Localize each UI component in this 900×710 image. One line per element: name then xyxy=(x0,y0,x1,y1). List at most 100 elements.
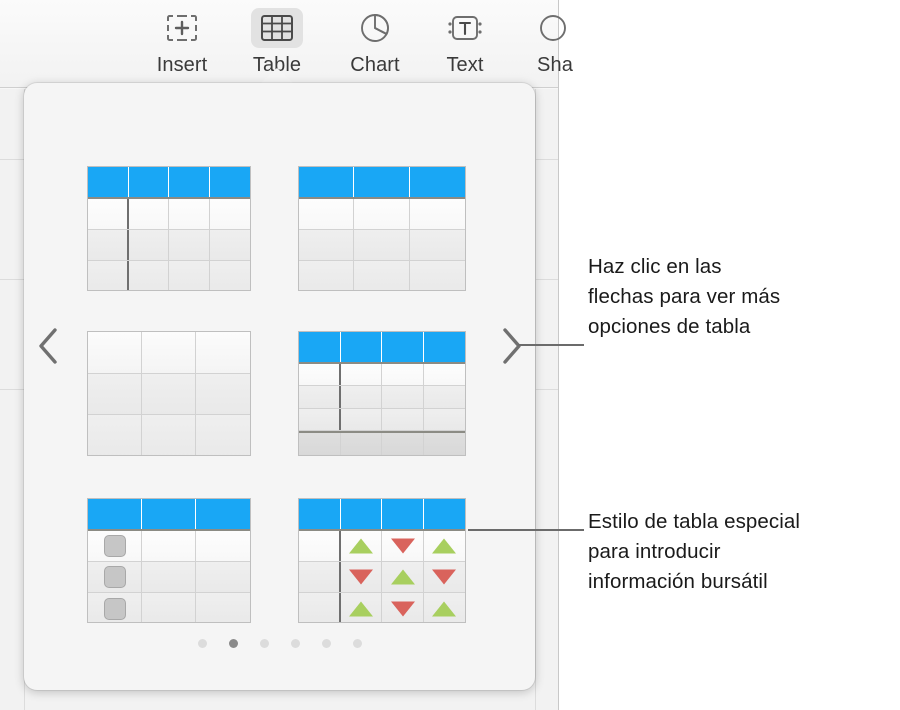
arrow-up-icon xyxy=(349,601,374,616)
table-body-cell xyxy=(196,415,250,455)
table-style-picker-popover xyxy=(24,83,535,690)
table-body-cell xyxy=(382,408,424,430)
arrow-down-icon xyxy=(349,569,374,585)
table-body-cell xyxy=(142,562,196,592)
table-body-cell xyxy=(354,230,410,260)
table-body-cell xyxy=(142,531,196,561)
table-body-cell xyxy=(128,199,169,229)
table-body-row xyxy=(299,386,465,409)
table-footer-cell xyxy=(382,432,424,455)
table-header-row xyxy=(88,167,250,199)
table-body-cell xyxy=(88,415,142,455)
checkbox-placeholder-icon xyxy=(104,597,126,620)
table-body-cell xyxy=(299,593,341,622)
table-body-row xyxy=(299,230,465,261)
table-body-row xyxy=(88,199,250,230)
table-header-cell xyxy=(299,332,341,362)
prev-page-arrow[interactable] xyxy=(31,323,65,369)
table-body-row xyxy=(299,261,465,290)
table-body-cell xyxy=(299,386,341,408)
insert-plus-icon xyxy=(156,8,208,48)
table-style-blue-header-footer-4col[interactable] xyxy=(298,331,466,456)
pagination-dots xyxy=(24,639,535,648)
table-style-plain-3col[interactable] xyxy=(87,331,251,456)
table-style-stocks-4col[interactable] xyxy=(298,498,466,623)
toolbar-item-chart[interactable]: Chart xyxy=(333,8,417,82)
table-body-cell xyxy=(382,386,424,408)
table-body-cell xyxy=(340,562,382,592)
text-box-icon xyxy=(439,8,491,48)
table-body-cell xyxy=(196,562,250,592)
arrow-up-icon xyxy=(432,538,457,554)
table-style-blue-header-3col[interactable] xyxy=(298,166,466,291)
table-body-cell xyxy=(409,230,465,260)
table-body-cell xyxy=(340,408,382,430)
table-body-cell xyxy=(382,531,424,561)
table-body-cell xyxy=(88,261,129,290)
table-body-cell xyxy=(196,531,250,561)
canvas-guide-line xyxy=(535,89,536,710)
table-body-cell xyxy=(299,408,341,430)
callout-stock-style: Estilo de tabla especial para introducir… xyxy=(588,510,801,593)
toolbar-item-insert[interactable]: Insert xyxy=(140,8,224,82)
table-body-cell xyxy=(299,364,341,386)
pie-chart-icon xyxy=(349,8,401,48)
arrow-down-icon xyxy=(390,538,415,554)
toolbar-item-shape[interactable]: Sha xyxy=(513,8,597,82)
pagination-dot[interactable] xyxy=(259,639,269,648)
table-body-cell xyxy=(88,562,142,592)
table-body-cell xyxy=(423,593,465,622)
toolbar-item-label: Insert xyxy=(156,54,208,76)
table-body-cell xyxy=(340,531,382,561)
table-body-row xyxy=(88,373,250,416)
table-body-cell xyxy=(142,415,196,455)
pagination-dot[interactable] xyxy=(352,639,362,648)
table-footer-cell xyxy=(423,432,465,455)
table-footer-row xyxy=(299,430,465,455)
table-style-checklist-3col[interactable] xyxy=(87,498,251,623)
table-style-blue-header-4col-divider[interactable] xyxy=(87,166,251,291)
table-header-row xyxy=(299,499,465,531)
table-header-row xyxy=(299,332,465,364)
table-header-cell xyxy=(88,499,142,529)
callout-arrows: Haz clic en las flechas para ver más opc… xyxy=(588,255,781,338)
table-body-cell xyxy=(128,230,169,260)
table-body-cell xyxy=(423,531,465,561)
table-header-cell xyxy=(209,167,250,197)
table-header-row xyxy=(88,499,250,531)
table-header-cell xyxy=(340,499,382,529)
table-body-row xyxy=(88,531,250,562)
table-header-cell xyxy=(354,167,410,197)
table-header-cell xyxy=(128,167,169,197)
table-footer-cell xyxy=(299,432,341,455)
table-body-cell xyxy=(382,364,424,386)
next-page-arrow[interactable] xyxy=(495,323,529,369)
table-header-cell xyxy=(382,332,424,362)
table-header-cell xyxy=(196,499,250,529)
table-body-cell xyxy=(88,199,129,229)
table-body-cell xyxy=(299,199,355,229)
checkbox-placeholder-icon xyxy=(104,566,126,588)
table-body-cell xyxy=(88,531,142,561)
table-body-cell xyxy=(169,199,210,229)
table-body-cell xyxy=(142,373,196,415)
table-body-cell xyxy=(142,593,196,622)
table-body-cell xyxy=(409,199,465,229)
table-body-cell xyxy=(382,562,424,592)
pagination-dot[interactable] xyxy=(290,639,300,648)
pagination-dot[interactable] xyxy=(228,639,238,648)
table-body-row xyxy=(88,593,250,622)
table-body-cell xyxy=(169,230,210,260)
table-body-cell xyxy=(209,261,250,290)
arrow-down-icon xyxy=(432,569,457,585)
table-body-cell xyxy=(196,373,250,415)
table-body-row xyxy=(88,332,250,374)
table-body-cell xyxy=(299,562,341,592)
table-header-cell xyxy=(142,499,196,529)
callout-leader-line xyxy=(468,529,584,531)
pagination-dot[interactable] xyxy=(197,639,207,648)
pagination-dot[interactable] xyxy=(321,639,331,648)
table-header-cell xyxy=(423,499,465,529)
chevron-right-icon xyxy=(503,328,521,364)
toolbar-item-text[interactable]: Text xyxy=(423,8,507,82)
